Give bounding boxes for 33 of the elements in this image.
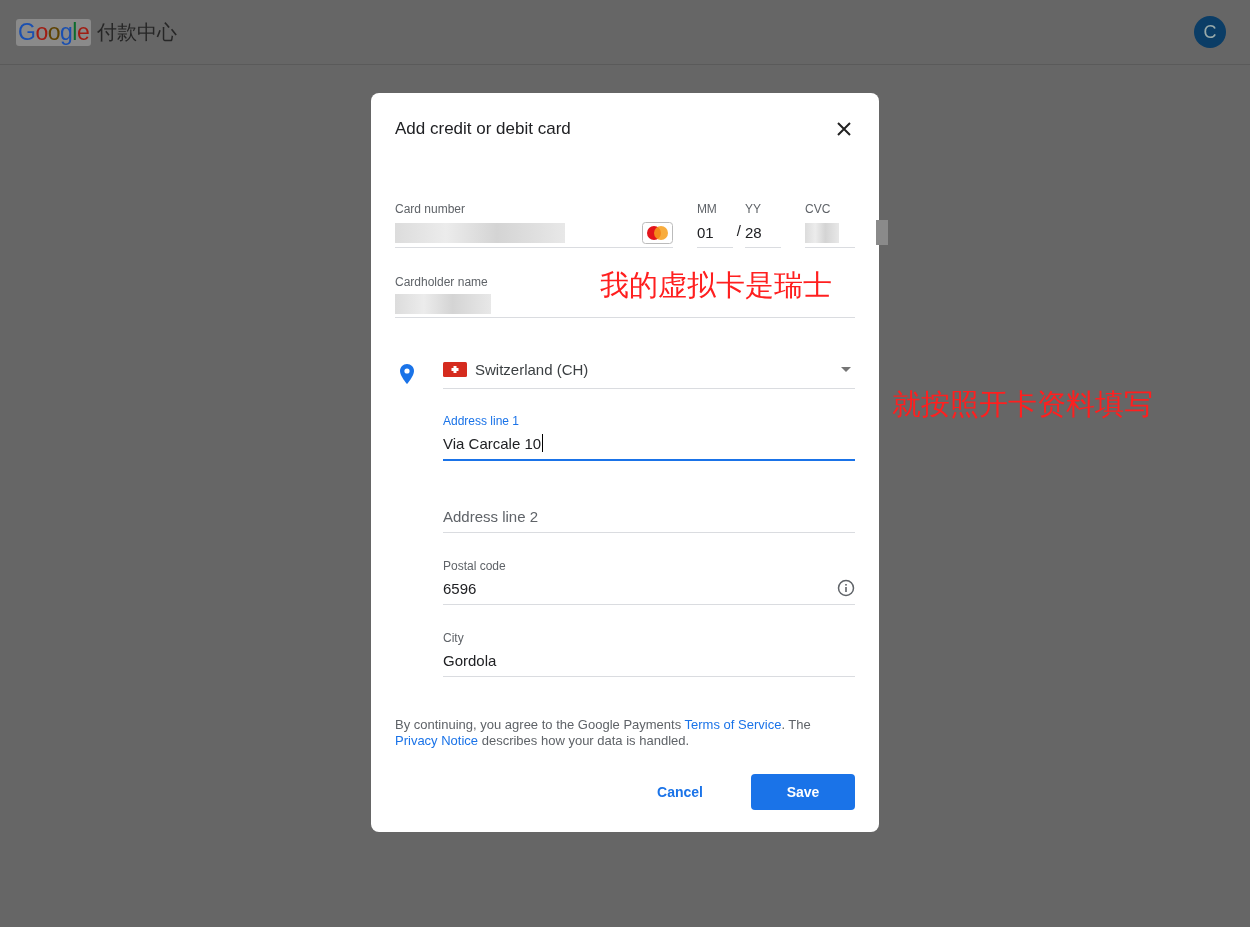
address-field[interactable]: City Gordola <box>443 625 855 677</box>
field-label: YY <box>745 202 762 218</box>
redacted-cardholder-name[interactable] <box>395 294 491 314</box>
app-title: 付款中心 <box>97 18 179 46</box>
swiss-flag-icon <box>443 361 467 377</box>
year-field[interactable]: 28 <box>745 224 762 241</box>
annotation-text: 就按照开卡资料填写 <box>892 386 1153 423</box>
location-pin-icon <box>400 364 414 384</box>
account-avatar[interactable]: C <box>1194 16 1226 48</box>
redacted-card-number[interactable] <box>395 222 565 243</box>
address-field[interactable]: Address line 2 <box>443 481 855 533</box>
date-separator: / <box>736 222 742 239</box>
field-label: MM <box>696 202 717 218</box>
redacted-cvc[interactable] <box>805 222 839 243</box>
google-logo: Google <box>16 18 92 46</box>
legal-notice: By continuing, you agree to the Google Payments Terms of Service. The Privacy Notice describes how your data is handled. <box>395 717 812 749</box>
info-icon[interactable] <box>837 579 855 597</box>
dialog-title: Add credit or debit card <box>395 119 571 139</box>
cancel-button[interactable]: Cancel <box>633 774 727 810</box>
caret-icon <box>841 366 851 372</box>
save-button[interactable]: Save <box>751 774 855 810</box>
close-icon[interactable] <box>837 122 851 136</box>
field-label: Card number <box>395 202 466 218</box>
month-field[interactable]: 01 <box>696 224 714 241</box>
field-label: CVC <box>805 202 831 218</box>
address-field[interactable]: Address line 1 Via Carcale 10 <box>443 409 855 461</box>
address-field[interactable]: Postal code 6596 <box>443 553 855 605</box>
field-label: Cardholder name <box>395 275 488 291</box>
card-brand-icon <box>641 221 673 244</box>
legal-link[interactable]: Privacy Notice <box>395 733 479 748</box>
country-dropdown[interactable]: Switzerland (CH) <box>443 354 855 389</box>
scrollbar-thumb[interactable] <box>876 220 888 245</box>
annotation-text: 我的虚拟卡是瑞士 <box>600 267 832 304</box>
